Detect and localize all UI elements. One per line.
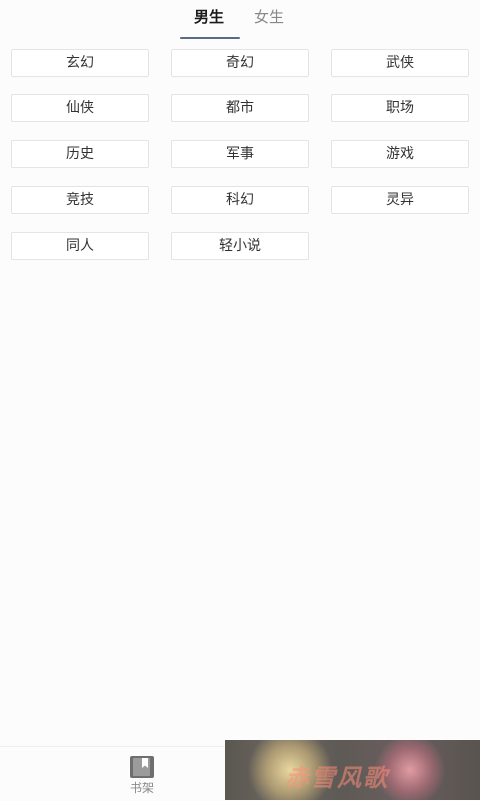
category-dushi[interactable]: 都市: [171, 94, 309, 122]
ad-banner[interactable]: 赤雪风歌: [225, 740, 480, 800]
nav-bookshelf[interactable]: 书架: [118, 754, 166, 796]
category-junshi[interactable]: 军事: [171, 140, 309, 168]
category-jingji[interactable]: 竞技: [11, 186, 149, 214]
category-xianxia[interactable]: 仙侠: [11, 94, 149, 122]
active-tab-indicator: [180, 37, 240, 39]
category-zhichang[interactable]: 职场: [331, 94, 469, 122]
category-tongren[interactable]: 同人: [11, 232, 149, 260]
category-qihuan[interactable]: 奇幻: [171, 49, 309, 77]
category-kehuan[interactable]: 科幻: [171, 186, 309, 214]
category-xuanhuan[interactable]: 玄幻: [11, 49, 149, 77]
nav-bookshelf-label: 书架: [129, 781, 154, 795]
tab-male[interactable]: 男生: [194, 7, 224, 27]
tab-female[interactable]: 女生: [254, 7, 284, 27]
ad-text: 赤雪风歌: [285, 764, 389, 792]
category-qingxiaoshuo[interactable]: 轻小说: [171, 232, 309, 260]
category-youxi[interactable]: 游戏: [331, 140, 469, 168]
category-lishi[interactable]: 历史: [11, 140, 149, 168]
category-wuxia[interactable]: 武侠: [331, 49, 469, 77]
category-lingyi[interactable]: 灵异: [331, 186, 469, 214]
gender-tabs: 男生 女生: [0, 0, 480, 40]
